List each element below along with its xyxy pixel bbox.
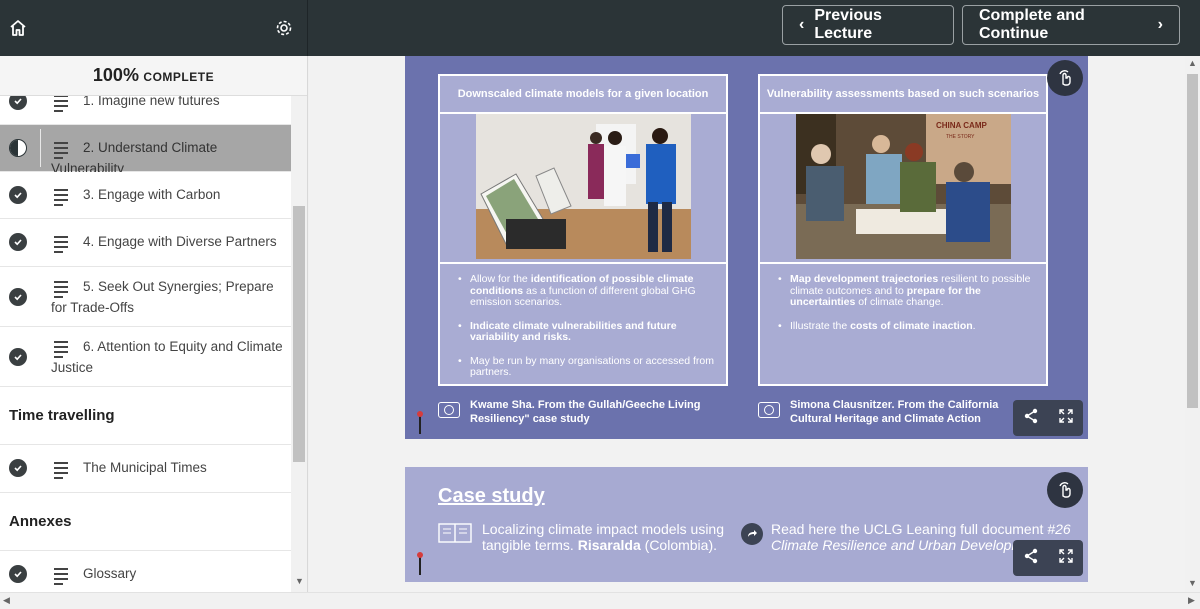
- lecture-item[interactable]: 5. Seek Out Synergies; Prepare for Trade…: [0, 267, 291, 327]
- horizontal-scrollbar[interactable]: ◀ ▶: [0, 592, 1200, 609]
- check-icon: [9, 186, 27, 204]
- bullet-item: Map development trajectories resilient t…: [778, 273, 1034, 309]
- svg-text:THE STORY: THE STORY: [946, 134, 975, 140]
- share-expand-toolbar: [1013, 400, 1083, 436]
- scroll-down-arrow-icon[interactable]: ▼: [1188, 578, 1197, 588]
- hand-pointer-icon[interactable]: [1047, 60, 1083, 96]
- logo-mark-icon: [416, 410, 423, 434]
- half-circle-icon: [9, 139, 27, 157]
- lecture-item-active[interactable]: 2. Understand Climate Vulnerability: [0, 125, 291, 176]
- section-heading-time-travelling: Time travelling: [0, 387, 291, 445]
- content-scroll-thumb[interactable]: [1187, 74, 1198, 408]
- check-icon: [9, 288, 27, 306]
- expand-icon[interactable]: [1058, 408, 1074, 429]
- bullet-item: Illustrate the costs of climate inaction…: [778, 320, 1034, 333]
- case-study-card: Case study Localizing climate impact mod…: [405, 467, 1088, 582]
- hand-pointer-icon[interactable]: [1047, 472, 1083, 508]
- lecture-item[interactable]: 6. Attention to Equity and Climate Justi…: [0, 327, 291, 387]
- lecture-item[interactable]: Glossary: [0, 551, 291, 592]
- previous-lecture-button[interactable]: ‹ Previous Lecture: [782, 5, 954, 45]
- vulnerability-assessment-photo: CHINA CAMP THE STORY: [795, 114, 1011, 259]
- forward-arrow-icon[interactable]: [741, 523, 763, 545]
- lecture-item[interactable]: 3. Engage with Carbon: [0, 172, 291, 219]
- chevron-left-icon: ‹: [799, 16, 805, 33]
- progress-percent: 100%: [92, 65, 139, 85]
- climate-models-photo: [475, 114, 691, 259]
- home-icon[interactable]: [4, 14, 32, 42]
- gear-icon[interactable]: [270, 14, 298, 42]
- lecture-item[interactable]: 4. Engage with Diverse Partners: [0, 219, 291, 267]
- left-panel-heading: Downscaled climate models for a given lo…: [440, 76, 726, 114]
- expand-icon[interactable]: [1058, 548, 1074, 569]
- top-bar: ‹ Previous Lecture Complete and Continue…: [0, 0, 1200, 56]
- sidebar-scrollbar[interactable]: ▼: [291, 56, 307, 592]
- right-panel-bullets: Map development trajectories resilient t…: [760, 264, 1046, 332]
- case-study-title[interactable]: Case study: [438, 485, 545, 508]
- bullet-item: Indicate climate vulnerabilities and fut…: [458, 320, 714, 344]
- logo-mark-icon: [416, 551, 423, 575]
- check-icon: [9, 233, 27, 251]
- scroll-left-arrow-icon[interactable]: ◀: [3, 595, 10, 606]
- lecture-item[interactable]: The Municipal Times: [0, 445, 291, 493]
- sidebar-scroll-thumb[interactable]: [293, 206, 305, 462]
- bullet-item: May be run by many organisations or acce…: [458, 355, 714, 379]
- chevron-right-icon: ›: [1157, 16, 1163, 33]
- section-heading-annexes: Annexes: [0, 493, 291, 551]
- svg-text:CHINA CAMP: CHINA CAMP: [936, 121, 987, 130]
- check-icon: [9, 348, 27, 366]
- lecture-content: Downscaled climate models for a given lo…: [309, 56, 1185, 592]
- share-expand-toolbar: [1013, 540, 1083, 576]
- scroll-down-arrow-icon[interactable]: ▼: [295, 576, 304, 586]
- progress-label: COMPLETE: [143, 70, 215, 84]
- right-panel-heading: Vulnerability assessments based on such …: [760, 76, 1046, 114]
- left-panel-bullets: Allow for the identification of possible…: [440, 264, 726, 379]
- left-panel: Downscaled climate models for a given lo…: [438, 74, 728, 386]
- share-icon[interactable]: [1023, 548, 1039, 569]
- check-icon: [9, 459, 27, 477]
- camera-icon: [438, 402, 460, 418]
- check-icon: [9, 565, 27, 583]
- case-study-item-risaralda: Localizing climate impact models using t…: [438, 521, 732, 553]
- slide-image: Downscaled climate models for a given lo…: [405, 56, 1088, 439]
- sidebar-header: [0, 0, 308, 56]
- bullet-item: Allow for the identification of possible…: [458, 273, 714, 309]
- share-icon[interactable]: [1023, 408, 1039, 429]
- book-icon: [438, 523, 472, 553]
- right-photo-caption: Simona Clausnitzer. From the California …: [758, 398, 1034, 426]
- scroll-right-arrow-icon[interactable]: ▶: [1188, 595, 1195, 606]
- right-panel: Vulnerability assessments based on such …: [758, 74, 1048, 386]
- course-sidebar: 100% COMPLETE 1. Imagine new futures 2. …: [0, 56, 308, 592]
- content-scrollbar[interactable]: ▲ ▼: [1185, 56, 1200, 592]
- scroll-up-arrow-icon[interactable]: ▲: [1188, 58, 1197, 68]
- complete-and-continue-button[interactable]: Complete and Continue ›: [962, 5, 1180, 45]
- progress-header: 100% COMPLETE: [0, 56, 307, 96]
- left-photo-caption: Kwame Sha. From the Gullah/Geeche Living…: [438, 398, 708, 426]
- camera-icon: [758, 402, 780, 418]
- lecture-list: 1. Imagine new futures 2. Understand Cli…: [0, 84, 291, 592]
